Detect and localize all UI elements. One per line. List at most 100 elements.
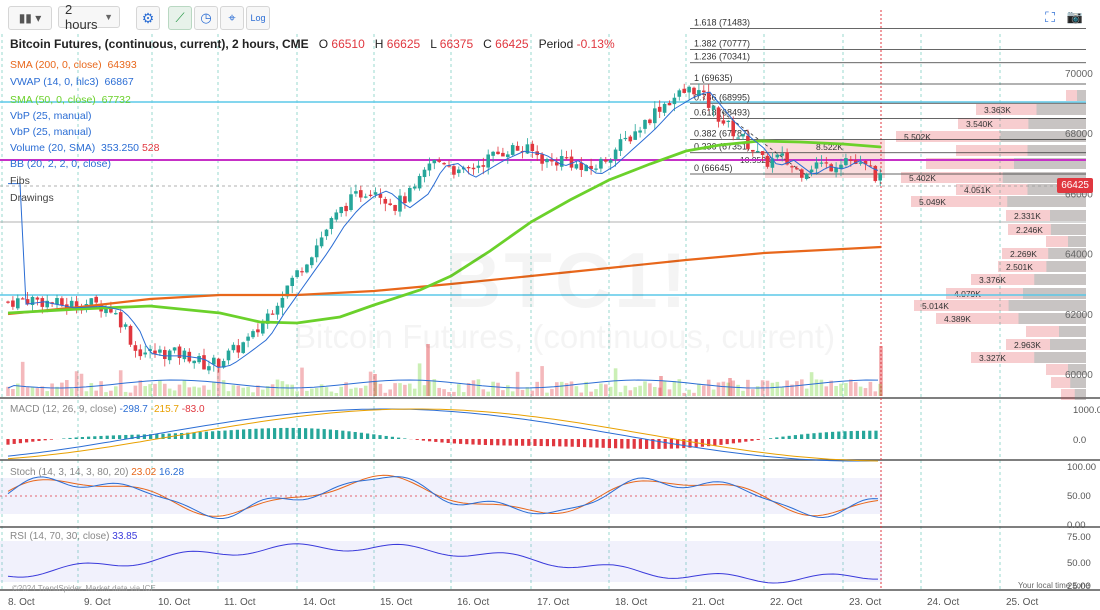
- macd-histogram-bar: [359, 432, 363, 439]
- study-vbp-2[interactable]: VbP (25, manual): [10, 126, 92, 138]
- macd-histogram-bar: [93, 436, 97, 439]
- macd-histogram-bar: [198, 432, 202, 439]
- candle-body: [314, 245, 319, 258]
- study-bb[interactable]: BB (20, 2, 2, 0, close): [10, 158, 111, 170]
- candle-body: [824, 162, 829, 164]
- price-axis-label: 70000: [1065, 69, 1093, 80]
- rsi-label-row[interactable]: RSI (14, 70, 30, close) 33.85: [10, 531, 137, 542]
- volume-bar: [280, 381, 285, 396]
- snapshot-button[interactable]: 📷: [1066, 6, 1084, 28]
- candle-body: [417, 175, 422, 189]
- fib-level-label: 0 (66645): [694, 163, 733, 173]
- volume-bar: [653, 386, 657, 396]
- volume-bar: [530, 390, 535, 396]
- candle-body: [790, 166, 794, 168]
- candle-body: [69, 300, 74, 308]
- fullscreen-button[interactable]: ⛶: [1042, 6, 1058, 28]
- volume-bar: [819, 379, 824, 396]
- candle-body: [804, 173, 809, 179]
- macd-value: -298.7: [119, 404, 148, 415]
- macd-histogram-bar: [812, 433, 816, 439]
- candle-body: [775, 154, 780, 158]
- volume-bar: [212, 381, 216, 396]
- candle-body: [858, 162, 863, 164]
- macd-histogram-bar: [390, 436, 394, 439]
- macd-histogram-bar: [744, 439, 748, 442]
- volume-bar: [128, 392, 133, 396]
- candle-body: [300, 271, 304, 273]
- chart-type-button[interactable]: ▮▮ ▾: [8, 6, 52, 30]
- volume-bar: [608, 386, 613, 396]
- candle-body: [143, 352, 147, 355]
- macd-histogram-bar: [322, 429, 326, 439]
- macd-histogram-bar: [725, 439, 729, 445]
- vbp-bar-buy: [1027, 145, 1086, 156]
- volume-bar: [736, 384, 740, 396]
- macd-histogram-bar: [254, 428, 258, 439]
- volume-bar: [231, 385, 236, 396]
- auto-trendlines-button[interactable]: ⟋: [168, 6, 192, 30]
- vbp-label: 2.331K: [1014, 211, 1041, 221]
- candle-body: [398, 195, 402, 212]
- study-vbp-1[interactable]: VbP (25, manual): [10, 110, 92, 122]
- macd-histogram-bar: [502, 439, 506, 446]
- volume-bar: [800, 379, 804, 396]
- volume-bar: [305, 390, 309, 396]
- vbp-label: 5.502K: [904, 132, 931, 142]
- timeframe-select[interactable]: 2 hours ▼: [58, 2, 120, 32]
- last-price-tag: 66425: [1057, 178, 1093, 193]
- macd-histogram-bar: [738, 439, 742, 443]
- macd-histogram-bar: [750, 439, 754, 441]
- macd-histogram-bar: [620, 439, 624, 449]
- candle-body: [280, 297, 285, 308]
- study-value-2: 528: [141, 142, 160, 154]
- macd-histogram-bar: [378, 435, 382, 439]
- stoch-label-row[interactable]: Stoch (14, 3, 14, 3, 80, 20) 23.02 16.28: [10, 467, 184, 478]
- macd-histogram-bar: [242, 429, 246, 439]
- volume-bar: [496, 382, 500, 396]
- volume-bar: [20, 361, 25, 396]
- macd-histogram-bar: [490, 439, 494, 446]
- volume-bar: [599, 383, 603, 396]
- study-drawings[interactable]: Drawings: [10, 192, 54, 204]
- macd-histogram-bar: [471, 439, 475, 445]
- candle-body: [510, 145, 515, 155]
- macd-histogram-bar: [223, 430, 227, 439]
- macd-histogram-bar: [155, 433, 159, 439]
- study-volume[interactable]: Volume (20, SMA) 353.250 528: [10, 142, 159, 154]
- macd-histogram-bar: [440, 439, 444, 443]
- candle-body: [373, 192, 378, 195]
- macd-label-row[interactable]: MACD (12, 26, 9, close) -298.7 -215.7 -8…: [10, 404, 205, 415]
- volume-bar: [814, 379, 819, 396]
- volume-bar: [74, 371, 79, 396]
- settings-button[interactable]: ⚙: [136, 6, 160, 30]
- macd-histogram-bar: [806, 433, 810, 439]
- macd-histogram-bar: [217, 430, 221, 439]
- volume-bar: [849, 379, 853, 396]
- price-axis-label: 68000: [1065, 129, 1093, 140]
- study-sma50[interactable]: SMA (50, 0, close) 67732: [10, 94, 131, 106]
- macd-histogram-bar: [614, 439, 618, 449]
- candle-body: [751, 149, 755, 152]
- volume-bar: [45, 391, 49, 396]
- volume-bar: [569, 381, 574, 396]
- vbp-bar-buy: [1050, 339, 1086, 350]
- drawing-tool-button[interactable]: ⌖: [220, 6, 244, 30]
- replay-button[interactable]: ◷: [194, 6, 218, 30]
- log-scale-button[interactable]: Log: [246, 6, 270, 30]
- study-fibs[interactable]: Fibs: [10, 175, 30, 187]
- candle-body: [94, 296, 98, 303]
- study-label: VbP (25, manual): [10, 110, 92, 122]
- candle-body: [604, 159, 608, 162]
- candle-body: [486, 154, 490, 168]
- volume-bar: [824, 386, 829, 396]
- candle-body: [6, 301, 10, 303]
- fullscreen-icon: ⛶: [1045, 8, 1055, 25]
- candle-body: [158, 349, 162, 353]
- study-sma200[interactable]: SMA (200, 0, close) 64393: [10, 59, 137, 71]
- fib-level-label: 0.382 (67787): [694, 129, 750, 139]
- volume-bar: [510, 391, 515, 396]
- volume-bar: [780, 387, 784, 396]
- study-vwap[interactable]: VWAP (14, 0, hlc3) 66867: [10, 76, 134, 88]
- volume-bar: [182, 380, 187, 396]
